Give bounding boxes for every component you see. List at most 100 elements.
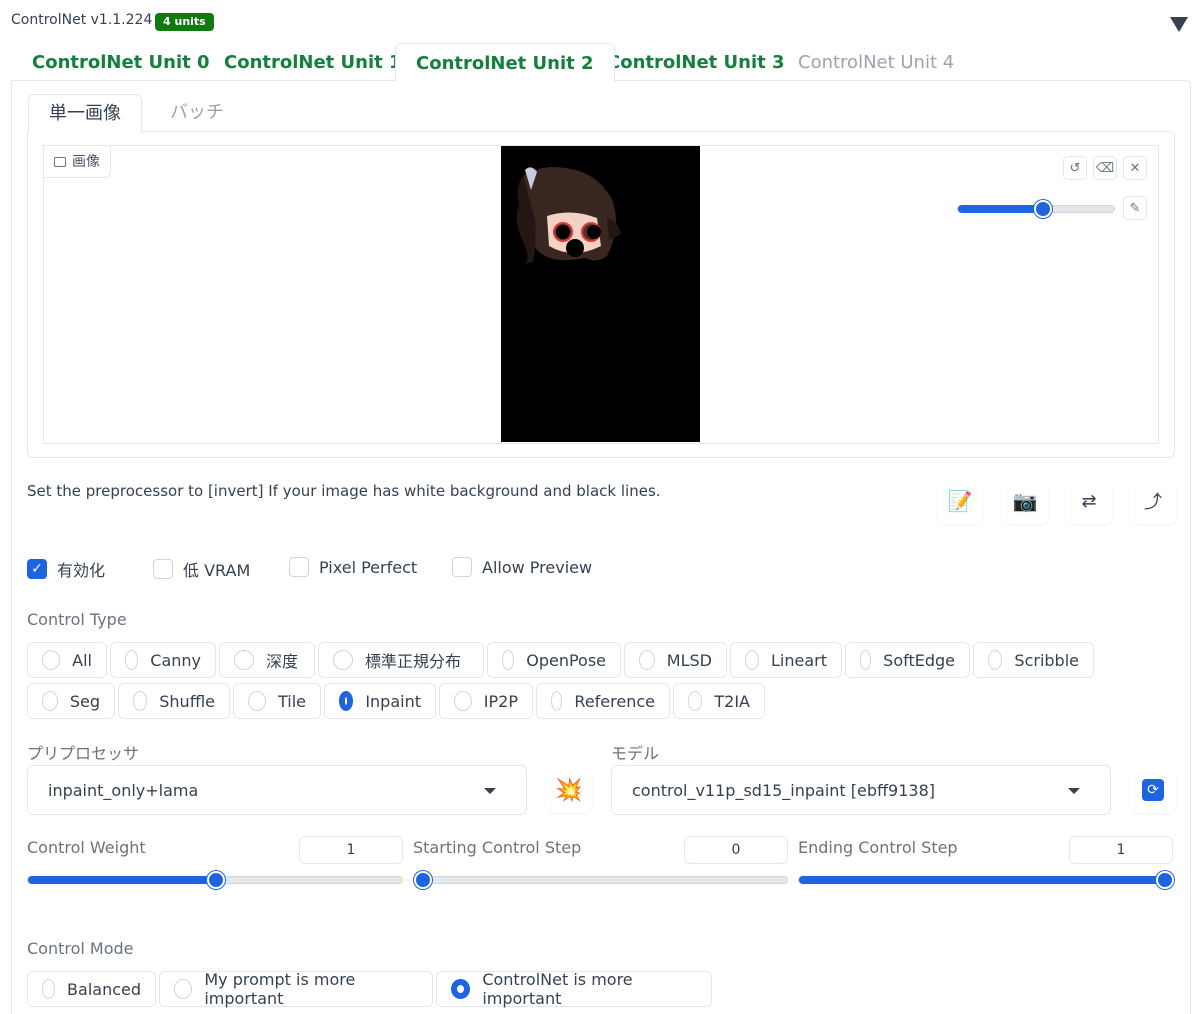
uploaded-image[interactable] <box>501 146 700 442</box>
allow-preview-checkbox[interactable]: Allow Preview <box>452 557 592 577</box>
model-select[interactable]: control_v11p_sd15_inpaint [ebff9138] <box>611 765 1111 815</box>
radio-label: SoftEdge <box>883 650 955 670</box>
radio-controlnet-important[interactable]: ControlNet is more important <box>436 970 712 1008</box>
checkmark-icon[interactable]: ✓ <box>27 559 47 579</box>
radio-label: OpenPose <box>526 650 606 670</box>
radio-dot[interactable] <box>551 691 563 711</box>
radio-dot[interactable] <box>688 691 703 711</box>
radio-reference[interactable]: Reference <box>536 683 670 719</box>
undo-icon[interactable]: ↺ <box>1063 156 1087 180</box>
pixel-perfect-label: Pixel Perfect <box>319 557 418 577</box>
radio-dot[interactable] <box>42 691 58 711</box>
radio-label: Scribble <box>1014 650 1079 670</box>
radio-label: Tile <box>277 691 306 711</box>
camera-icon[interactable]: 📷 <box>1002 478 1048 524</box>
radio-normal-map[interactable]: 標準正規分布 <box>318 642 484 678</box>
preprocessor-select[interactable]: inpaint_only+lama <box>27 765 527 815</box>
tab-single-image[interactable]: 単一画像 <box>28 94 142 133</box>
radio-dot[interactable] <box>248 691 266 711</box>
radio-dot[interactable] <box>502 650 515 670</box>
radio-dot[interactable] <box>174 979 193 999</box>
tab-unit-2[interactable]: ControlNet Unit 2 <box>395 43 615 82</box>
radio-dot[interactable] <box>125 650 139 670</box>
low-vram-checkbox[interactable]: 低 VRAM <box>153 557 250 581</box>
brush-size-fill <box>958 205 1044 213</box>
starting-step-slider[interactable] <box>413 871 788 889</box>
checkbox-box[interactable] <box>289 557 309 577</box>
tab-batch[interactable]: バッチ <box>170 94 224 132</box>
radio-dot[interactable] <box>234 650 254 670</box>
brush-icon[interactable]: ✎ <box>1123 196 1147 220</box>
radio-shuffle[interactable]: Shuffle <box>118 683 230 719</box>
close-icon[interactable]: ✕ <box>1123 156 1147 180</box>
radio-t2ia[interactable]: T2IA <box>673 683 765 719</box>
brush-size-thumb[interactable] <box>1034 200 1052 218</box>
radio-dot[interactable] <box>42 979 56 999</box>
radio-dot[interactable] <box>860 650 872 670</box>
control-weight-slider[interactable] <box>27 871 403 889</box>
radio-scribble[interactable]: Scribble <box>973 642 1094 678</box>
radio-dot[interactable] <box>639 650 655 670</box>
radio-ip2p[interactable]: IP2P <box>439 683 533 719</box>
radio-label: IP2P <box>483 691 518 711</box>
radio-all[interactable]: All <box>27 642 107 678</box>
swap-arrows-icon[interactable]: ⇄ <box>1066 478 1112 524</box>
radio-seg[interactable]: Seg <box>27 683 115 719</box>
run-preprocessor-icon[interactable]: 💥 <box>546 767 592 813</box>
radio-label: All <box>72 650 92 670</box>
tab-unit-3[interactable]: ControlNet Unit 3 <box>607 43 785 81</box>
brush-size-slider[interactable] <box>957 200 1115 218</box>
radio-dot[interactable] <box>333 650 353 670</box>
chevron-down-icon[interactable] <box>484 788 496 794</box>
tab-unit-4[interactable]: ControlNet Unit 4 <box>798 43 954 81</box>
starting-step-thumb[interactable] <box>414 871 432 889</box>
notepad-icon[interactable]: 📝 <box>937 478 983 524</box>
radio-label: Canny <box>150 650 201 670</box>
radio-dot[interactable] <box>133 691 148 711</box>
radio-mlsd[interactable]: MLSD <box>624 642 727 678</box>
ending-step-thumb[interactable] <box>1156 871 1174 889</box>
eraser-icon[interactable]: ⌫ <box>1093 156 1117 180</box>
collapse-triangle-icon[interactable] <box>1170 17 1188 32</box>
refresh-models-icon[interactable]: ⟳ <box>1130 767 1176 813</box>
radio-label: Seg <box>69 691 100 711</box>
radio-softedge[interactable]: SoftEdge <box>845 642 970 678</box>
radio-dot[interactable] <box>454 691 472 711</box>
radio-dot-selected[interactable] <box>339 691 354 711</box>
chevron-down-icon[interactable] <box>1068 788 1080 794</box>
checkbox-box[interactable] <box>452 557 472 577</box>
radio-canny[interactable]: Canny <box>110 642 216 678</box>
radio-dot-selected[interactable] <box>451 979 471 999</box>
starting-step-input[interactable]: 0 <box>684 836 788 864</box>
tab-unit-1[interactable]: ControlNet Unit 1 <box>224 43 402 81</box>
radio-openpose[interactable]: OpenPose <box>487 642 621 678</box>
app-title: ControlNet v1.1.224 <box>11 12 153 28</box>
checkbox-box[interactable] <box>153 559 173 579</box>
anime-portrait-image <box>501 146 700 442</box>
radio-inpaint[interactable]: Inpaint <box>324 683 436 719</box>
radio-lineart[interactable]: Lineart <box>730 642 842 678</box>
enable-checkbox[interactable]: ✓ 有効化 <box>27 557 105 581</box>
ending-step-input[interactable]: 1 <box>1069 836 1173 864</box>
radio-balanced[interactable]: Balanced <box>27 971 156 1007</box>
radio-dot[interactable] <box>988 650 1003 670</box>
radio-label: Shuffle <box>159 691 215 711</box>
units-badge: 4 units <box>155 13 214 31</box>
radio-depth[interactable]: 深度 <box>219 642 315 678</box>
image-label-text: 画像 <box>72 153 100 170</box>
ending-step-fill <box>799 876 1174 884</box>
pixel-perfect-checkbox[interactable]: Pixel Perfect <box>289 557 417 577</box>
radio-label: Lineart <box>771 650 827 670</box>
tab-unit-0[interactable]: ControlNet Unit 0 <box>32 43 210 81</box>
radio-dot[interactable] <box>745 650 759 670</box>
radio-prompt-important[interactable]: My prompt is more important <box>159 970 433 1008</box>
ending-step-slider[interactable] <box>798 871 1174 889</box>
control-weight-label: Control Weight <box>27 838 146 857</box>
radio-label: 深度 <box>266 652 299 671</box>
radio-label: Balanced <box>67 979 141 999</box>
radio-dot[interactable] <box>42 650 61 670</box>
control-weight-input[interactable]: 1 <box>299 836 403 864</box>
send-dimensions-icon[interactable]: ⤴ <box>1130 478 1176 524</box>
radio-tile[interactable]: Tile <box>233 683 321 719</box>
control-weight-thumb[interactable] <box>207 871 225 889</box>
